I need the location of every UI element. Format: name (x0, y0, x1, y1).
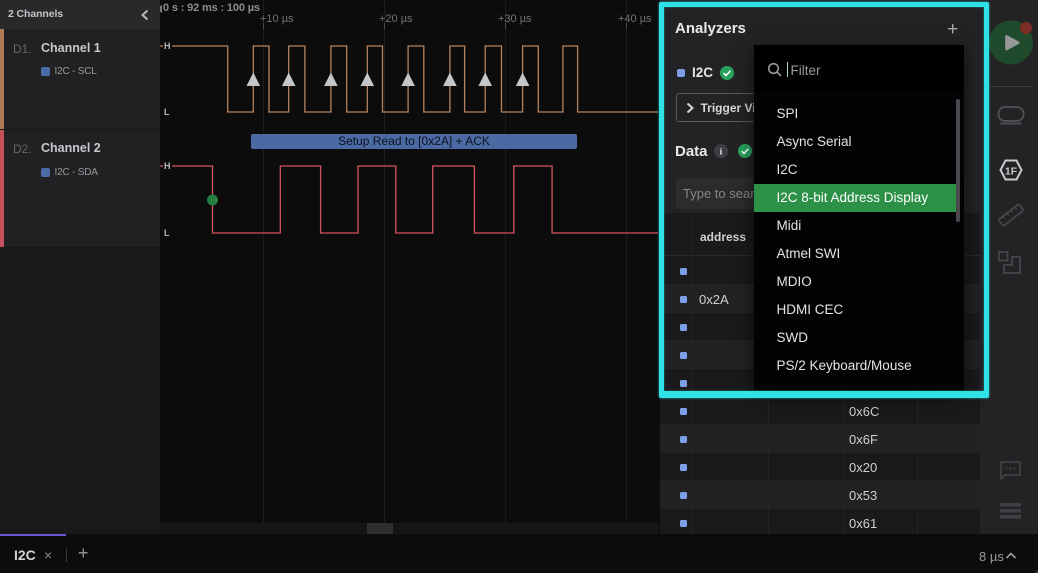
svg-text:1F: 1F (1005, 166, 1018, 178)
